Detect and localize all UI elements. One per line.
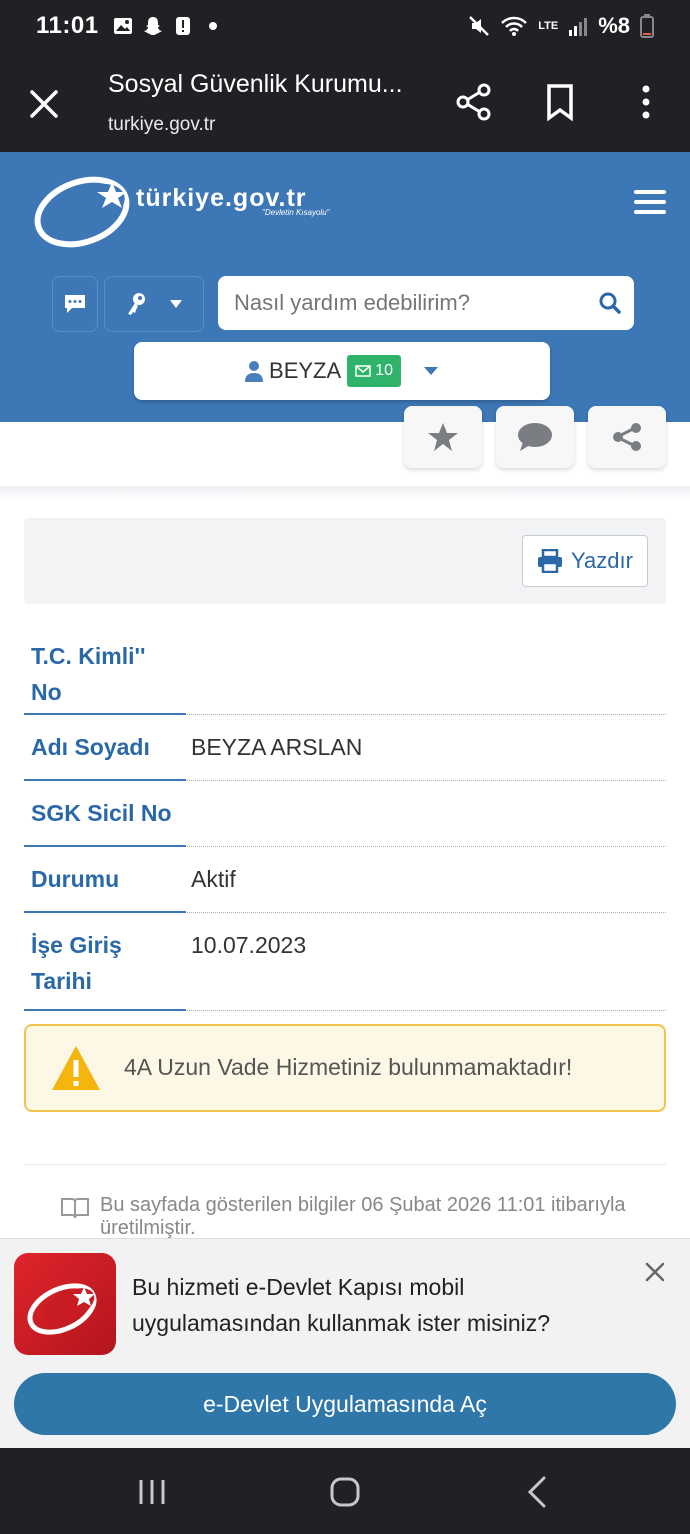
- print-label: Yazdır: [571, 548, 633, 573]
- print-button[interactable]: Yazdır: [522, 535, 648, 587]
- row-value: BEYZA ARSLAN: [191, 734, 363, 760]
- status-right: LTE %8: [468, 13, 654, 39]
- row-label: Durumu: [31, 866, 120, 892]
- book-icon: [61, 1198, 89, 1219]
- footnote: Bu sayfada gösterilen bilgiler 06 Şubat …: [60, 1194, 680, 1238]
- key-icon: [128, 293, 145, 315]
- page-url[interactable]: turkiye.gov.tr: [108, 114, 215, 136]
- search-input[interactable]: [234, 288, 584, 318]
- row-value: Aktif: [191, 866, 236, 892]
- navigation-bar: [0, 1448, 690, 1534]
- chevron-down-icon: [170, 300, 182, 308]
- notification-icons: [113, 16, 223, 36]
- app-banner-text: Bu hizmeti e-Devlet Kapısı mobil uygulam…: [132, 1274, 551, 1336]
- close-tab-icon[interactable]: [24, 84, 64, 124]
- warning-alert: 4A Uzun Vade Hizmetiniz bulunmamaktadır!: [24, 1024, 666, 1112]
- battery-level: %8: [598, 13, 630, 38]
- app-banner: Bu hizmeti e-Devlet Kapısı mobil uygulam…: [0, 1238, 690, 1448]
- speech-bubble-icon: [518, 423, 552, 451]
- browser-toolbar: Sosyal Güvenlik Kurumu... turkiye.gov.tr: [0, 52, 690, 152]
- more-options-icon[interactable]: [626, 82, 666, 122]
- login-menu-button[interactable]: [104, 276, 204, 332]
- user-menu-button[interactable]: BEYZA 10: [134, 342, 550, 400]
- print-panel: Yazdır: [24, 518, 666, 604]
- page-title: Sosyal Güvenlik Kurumu...: [108, 70, 403, 98]
- edevlet-logo-icon: [27, 1283, 97, 1335]
- warning-text: 4A Uzun Vade Hizmetiniz bulunmamaktadır!: [124, 1054, 573, 1080]
- table-row: İşe Giriş Tarihi 10.07.2023: [24, 913, 666, 1011]
- close-icon[interactable]: [644, 1261, 666, 1283]
- favorite-button[interactable]: [404, 406, 482, 468]
- signal-icon: [569, 18, 588, 36]
- user-name: BEYZA: [269, 358, 342, 383]
- snapchat-icon: [143, 17, 162, 35]
- open-app-button[interactable]: e-Devlet Uygulamasında Aç: [14, 1373, 676, 1435]
- back-icon[interactable]: [516, 1470, 560, 1514]
- home-icon[interactable]: [323, 1470, 367, 1514]
- label-underline: [24, 1009, 186, 1011]
- logo-tagline: "Devletin Kısayolu": [262, 208, 330, 217]
- table-row: T.C. Kimli'' No: [24, 624, 666, 715]
- dot-icon: [208, 22, 217, 30]
- network-label: LTE: [538, 19, 559, 32]
- table-row: Durumu Aktif: [24, 847, 666, 913]
- chat-icon: [65, 295, 85, 313]
- menu-icon[interactable]: [634, 190, 666, 216]
- chevron-down-icon: [423, 367, 438, 375]
- user-icon: [245, 361, 264, 382]
- footnote-text: Bu sayfada gösterilen bilgiler 06 Şubat …: [100, 1194, 626, 1238]
- battery-icon: [640, 14, 654, 38]
- comment-button[interactable]: [496, 406, 574, 468]
- edevlet-app-icon: [14, 1253, 116, 1355]
- bookmark-icon[interactable]: [540, 82, 580, 122]
- chat-button[interactable]: [52, 276, 98, 332]
- alert-icon: [175, 17, 190, 35]
- divider: [24, 1164, 666, 1165]
- wifi-icon: [501, 16, 528, 36]
- message-count: 10: [375, 362, 393, 379]
- share-page-button[interactable]: [588, 406, 666, 468]
- recent-apps-icon[interactable]: [130, 1470, 174, 1514]
- search-icon[interactable]: [598, 291, 622, 315]
- envelope-icon: [355, 365, 371, 377]
- table-row: SGK Sicil No: [24, 781, 666, 847]
- status-bar: 11:01 LTE %8: [0, 0, 690, 52]
- table-row: Adı Soyadı BEYZA ARSLAN: [24, 715, 666, 781]
- site-header: türkiye.gov.tr "Devletin Kısayolu" BEYZA…: [0, 152, 690, 422]
- printer-icon: [538, 549, 563, 573]
- divider: [0, 486, 690, 500]
- row-label: Adı Soyadı: [31, 734, 150, 760]
- row-label: T.C. Kimli'' No: [31, 643, 146, 705]
- row-label: SGK Sicil No: [31, 800, 172, 826]
- search-box[interactable]: [218, 276, 634, 330]
- gallery-icon: [113, 18, 132, 34]
- mute-icon: [469, 16, 490, 36]
- info-table: T.C. Kimli'' No Adı Soyadı BEYZA ARSLAN …: [24, 624, 666, 1011]
- row-value: 10.07.2023: [191, 932, 307, 958]
- share-icon: [613, 423, 641, 451]
- row-label: İşe Giriş Tarihi: [31, 932, 122, 994]
- warning-icon: [52, 1046, 100, 1090]
- share-icon[interactable]: [454, 82, 494, 122]
- star-icon: [428, 423, 458, 451]
- status-time: 11:01: [36, 12, 99, 39]
- message-badge[interactable]: 10: [347, 355, 401, 387]
